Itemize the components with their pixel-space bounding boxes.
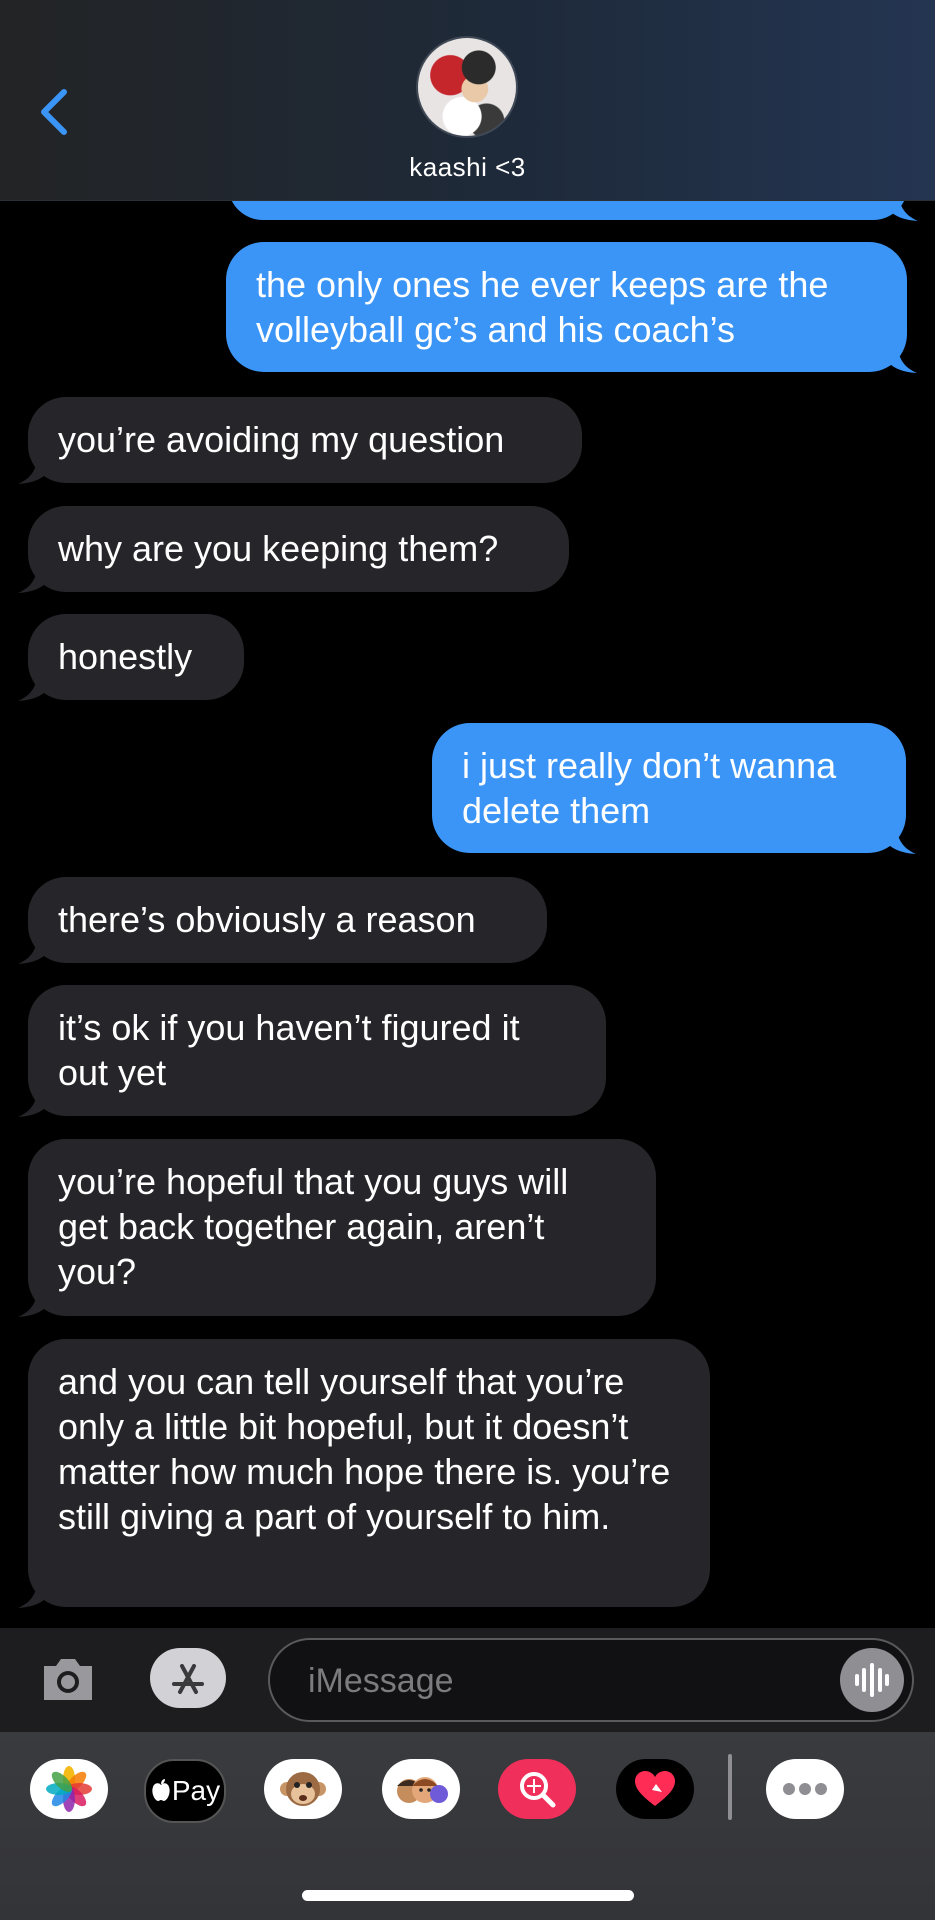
bubble-tail-icon xyxy=(18,1574,50,1608)
digital-touch-icon xyxy=(635,1771,675,1806)
more-icon xyxy=(783,1783,827,1795)
message-bubble-outgoing[interactable]: i just really don’t wanna delete them xyxy=(432,723,916,854)
message-text: you’re avoiding my question xyxy=(58,419,505,460)
camera-icon xyxy=(44,1659,92,1700)
digital-touch-button[interactable] xyxy=(616,1759,694,1819)
home-indicator[interactable] xyxy=(302,1890,634,1901)
bubble-tail-icon xyxy=(18,667,50,701)
apple-pay-label: Pay xyxy=(171,1775,221,1806)
apple-pay-button[interactable]: Pay xyxy=(144,1759,226,1823)
message-bubble-incoming[interactable]: and you can tell yourself that you’re on… xyxy=(18,1339,710,1608)
bubble-tail-icon xyxy=(884,820,916,854)
message-bubble-incoming[interactable]: why are you keeping them? xyxy=(18,506,569,593)
bubble-tail-icon xyxy=(18,930,50,964)
message-input-placeholder: iMessage xyxy=(308,1662,454,1700)
message-text: it’s ok if you haven’t figured it out ye… xyxy=(58,1007,520,1093)
monkey-memoji-icon xyxy=(280,1772,326,1806)
app-store-icon xyxy=(172,1664,204,1694)
message-bubble-incoming[interactable]: it’s ok if you haven’t figured it out ye… xyxy=(18,985,606,1117)
apple-logo-icon xyxy=(152,1779,170,1801)
app-store-button[interactable] xyxy=(150,1648,226,1708)
audio-message-button[interactable] xyxy=(840,1648,904,1712)
contact-avatar[interactable] xyxy=(418,38,516,136)
bubble-tail-icon xyxy=(885,339,917,373)
message-text: there’s obviously a reason xyxy=(58,899,476,940)
bubble-tail-icon xyxy=(18,559,50,593)
message-bubble-incoming[interactable]: honestly xyxy=(18,614,244,701)
message-bubble-incoming[interactable]: you’re hopeful that you guys will get ba… xyxy=(18,1139,656,1317)
message-bubble-incoming[interactable]: there’s obviously a reason xyxy=(18,877,547,964)
message-bubble-outgoing[interactable]: the only ones he ever keeps are the voll… xyxy=(226,242,917,373)
image-search-icon xyxy=(520,1772,556,1808)
composer-bar: iMessage xyxy=(0,1628,935,1732)
more-apps-button[interactable] xyxy=(766,1759,844,1819)
memoji-stickers-icon xyxy=(397,1777,448,1803)
message-text: and you can tell yourself that you’re on… xyxy=(58,1361,671,1537)
message-thread[interactable]: the only ones he ever keeps are the voll… xyxy=(0,0,935,1628)
memoji-stickers-button[interactable] xyxy=(382,1759,460,1819)
contact-name[interactable]: kaashi <3 xyxy=(0,152,935,183)
message-text: why are you keeping them? xyxy=(58,528,499,569)
animoji-button[interactable] xyxy=(264,1759,342,1819)
message-text: honestly xyxy=(58,636,193,677)
photos-app-button[interactable] xyxy=(30,1759,108,1819)
message-bubble-incoming[interactable]: you’re avoiding my question xyxy=(18,397,582,484)
image-search-button[interactable] xyxy=(498,1759,576,1819)
chevron-left-icon xyxy=(41,89,67,135)
message-text: i just really don’t wanna delete them xyxy=(462,745,837,831)
drawer-divider xyxy=(728,1754,732,1820)
bubble-tail-icon xyxy=(18,1083,50,1117)
message-input[interactable]: iMessage xyxy=(268,1638,914,1722)
waveform-icon xyxy=(855,1663,889,1697)
photos-icon xyxy=(46,1766,92,1812)
bubble-tail-icon xyxy=(18,1283,50,1317)
bubble-tail-icon xyxy=(18,450,50,484)
message-text: you’re hopeful that you guys will get ba… xyxy=(58,1161,569,1292)
conversation-header: kaashi <3 xyxy=(0,0,935,201)
camera-button[interactable] xyxy=(38,1648,98,1708)
back-button[interactable] xyxy=(30,82,80,142)
message-text: the only ones he ever keeps are the voll… xyxy=(256,264,829,350)
